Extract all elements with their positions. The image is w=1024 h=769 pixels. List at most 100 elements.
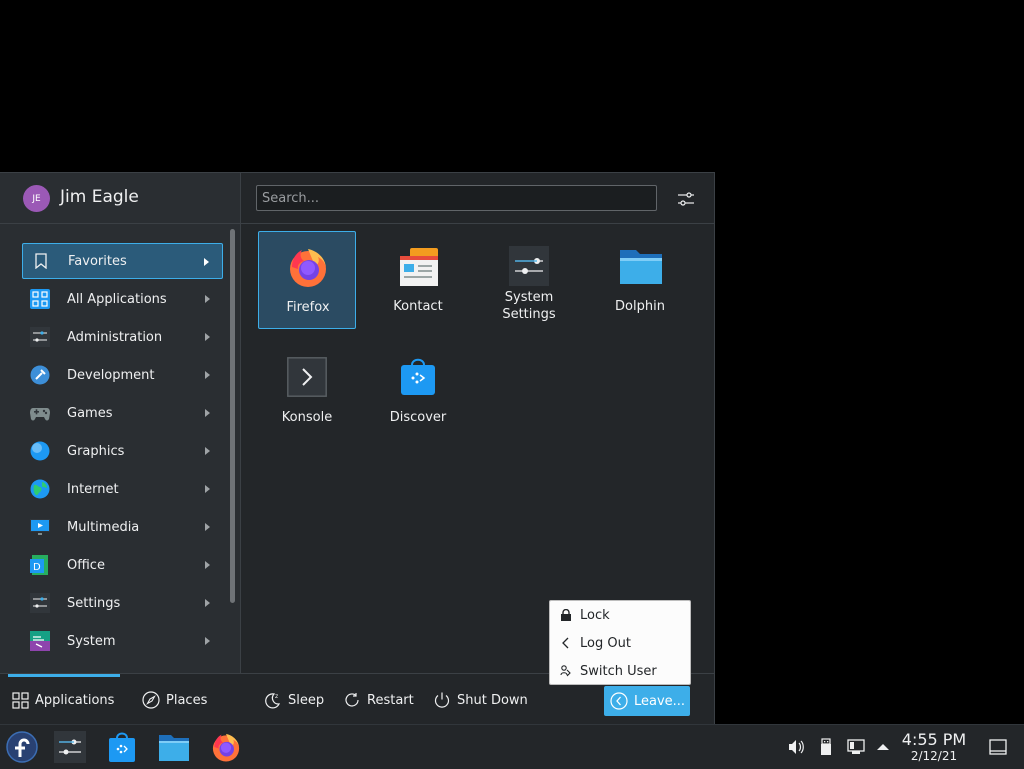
category-development[interactable]: Development — [22, 357, 223, 393]
avatar[interactable]: JE — [23, 185, 50, 212]
chevron-right-icon — [205, 561, 210, 569]
system-settings-task-icon[interactable] — [54, 731, 86, 763]
category-all-applications[interactable]: All Applications — [22, 281, 223, 317]
category-scrollbar[interactable] — [230, 229, 235, 603]
shutdown-button[interactable]: Shut Down — [433, 688, 528, 712]
bookmark-icon — [31, 251, 51, 271]
sleep-button[interactable]: z Sleep — [264, 688, 324, 712]
dolphin-task-icon[interactable] — [158, 731, 190, 763]
network-icon[interactable] — [846, 737, 866, 757]
tab-label: Places — [166, 692, 208, 708]
settings-icon — [30, 593, 50, 613]
configure-icon[interactable] — [676, 189, 696, 209]
category-multimedia[interactable]: Multimedia — [22, 509, 223, 545]
category-label: Games — [67, 405, 113, 421]
grid-icon — [30, 289, 50, 309]
chevron-right-icon — [205, 371, 210, 379]
chevron-right-icon — [205, 523, 210, 531]
gamepad-icon — [30, 403, 50, 423]
active-tab-indicator — [8, 674, 120, 677]
favorite-label: System — [504, 290, 554, 305]
menu-item-label: Log Out — [580, 635, 631, 651]
chevron-right-icon — [205, 485, 210, 493]
discover-icon — [398, 357, 438, 397]
category-label: All Applications — [67, 291, 167, 307]
tab-applications[interactable]: Applications — [12, 688, 114, 712]
category-administration[interactable]: Administration — [22, 319, 223, 355]
menu-item-lock[interactable]: Lock — [560, 605, 610, 625]
dolphin-icon — [620, 246, 662, 286]
lock-icon — [561, 609, 571, 621]
favorite-label: Settings — [502, 307, 556, 322]
menu-item-switch-user[interactable]: Switch User — [560, 661, 657, 681]
leave-button[interactable]: Leave... — [604, 686, 690, 716]
globe-icon — [30, 479, 50, 499]
sleep-icon: z — [265, 693, 281, 709]
tab-places[interactable]: Places — [142, 688, 207, 712]
leave-menu: Lock Log Out Switch User — [549, 600, 691, 685]
chevron-right-icon — [205, 409, 210, 417]
tab-label: Applications — [35, 692, 115, 708]
shutdown-label: Shut Down — [457, 692, 528, 708]
svg-text:z: z — [275, 693, 278, 700]
category-label: System — [67, 633, 116, 649]
restart-label: Restart — [367, 692, 414, 708]
show-hidden-icons-icon[interactable] — [873, 737, 893, 757]
chevron-right-icon — [205, 447, 210, 455]
menu-item-log-out[interactable]: Log Out — [560, 633, 631, 653]
category-games[interactable]: Games — [22, 395, 223, 431]
category-settings[interactable]: Settings — [22, 585, 223, 621]
admin-icon — [30, 327, 50, 347]
power-icon — [434, 692, 450, 708]
category-list: Favorites All Applications Administratio… — [0, 229, 240, 673]
search-input[interactable] — [256, 185, 657, 211]
category-label: Office — [67, 557, 105, 573]
show-desktop-icon[interactable] — [988, 737, 1008, 757]
content-divider — [241, 223, 714, 224]
favorite-kontact[interactable]: Kontact — [369, 231, 467, 329]
category-label: Development — [67, 367, 155, 383]
category-system[interactable]: System — [22, 623, 223, 659]
favorite-label: Firefox — [286, 300, 330, 315]
grid-icon — [12, 691, 29, 709]
restart-button[interactable]: Restart — [343, 688, 414, 712]
launcher-sidebar: JE Jim Eagle Favorites All Applications — [0, 173, 241, 673]
office-icon: D — [30, 555, 50, 575]
development-icon — [30, 365, 50, 385]
system-settings-icon — [509, 246, 549, 286]
sleep-label: Sleep — [288, 692, 325, 708]
favorite-firefox[interactable]: Firefox — [258, 231, 356, 329]
system-icon — [30, 631, 50, 651]
menu-item-label: Lock — [580, 607, 610, 623]
menu-item-label: Switch User — [580, 663, 657, 679]
favorite-label: Discover — [389, 410, 447, 425]
favorite-label: Kontact — [393, 299, 443, 314]
category-label: Multimedia — [67, 519, 140, 535]
category-office[interactable]: D Office — [22, 547, 223, 583]
switch-user-icon — [560, 665, 571, 677]
category-label: Graphics — [67, 443, 125, 459]
favorite-system-settings[interactable]: System Settings — [480, 231, 578, 329]
favorite-discover[interactable]: Discover — [369, 342, 467, 440]
user-name: Jim Eagle — [60, 187, 139, 207]
volume-icon[interactable] — [786, 737, 806, 757]
compass-icon — [142, 691, 160, 709]
firefox-task-icon[interactable] — [210, 731, 242, 763]
category-graphics[interactable]: Graphics — [22, 433, 223, 469]
firefox-icon — [288, 247, 328, 287]
clock-time: 4:55 PM — [901, 730, 967, 749]
usb-device-icon[interactable] — [816, 737, 836, 757]
multimedia-icon — [30, 517, 50, 537]
chevron-left-circle-icon — [610, 692, 628, 710]
favorite-dolphin[interactable]: Dolphin — [591, 231, 689, 329]
discover-task-icon[interactable] — [106, 731, 138, 763]
category-label: Favorites — [68, 253, 127, 269]
user-header: JE Jim Eagle — [0, 173, 240, 224]
category-internet[interactable]: Internet — [22, 471, 223, 507]
category-favorites[interactable]: Favorites — [22, 243, 223, 279]
fedora-launcher-icon[interactable] — [6, 731, 38, 763]
favorite-konsole[interactable]: Konsole — [258, 342, 356, 440]
digital-clock[interactable]: 4:55 PM 2/12/21 — [896, 730, 972, 764]
kontact-icon — [398, 246, 438, 286]
graphics-icon — [30, 441, 50, 461]
